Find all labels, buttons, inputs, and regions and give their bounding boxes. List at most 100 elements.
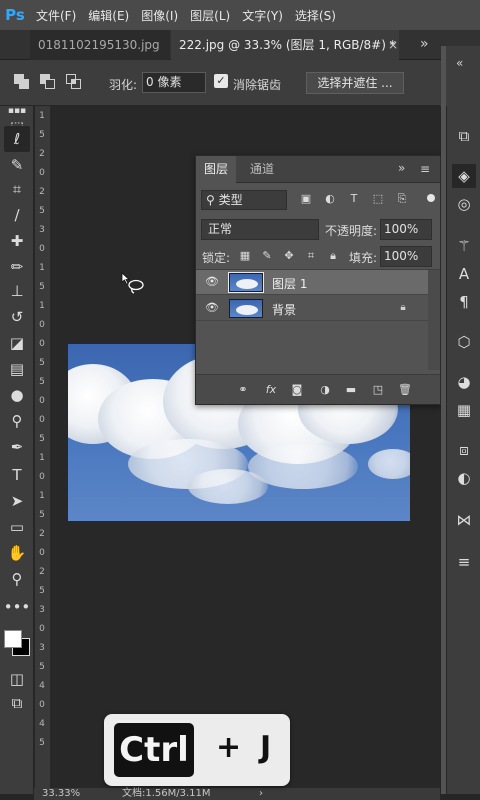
ruler-tick-label: 2 [39, 187, 45, 197]
zoom-icon[interactable]: ⚲ [4, 566, 30, 592]
tools-panel: ▪▪▪ ⬚ℓ✎⌗∕✚✏⊥↺◪▤●⚲✒T➤▭✋⚲•••◫⧉ [0, 106, 34, 794]
gradient-icon[interactable]: ▤ [4, 356, 30, 382]
3d-panel-icon[interactable]: ⬡ [452, 330, 476, 354]
type-icon[interactable]: T [4, 462, 30, 488]
lock-image-icon[interactable]: ✎ [260, 249, 274, 263]
layers-scrollbar[interactable] [428, 270, 440, 370]
lock-artboard-icon[interactable]: ⌗ [304, 249, 318, 263]
key-j: J [260, 730, 272, 765]
menu-image[interactable]: 图像(I) [135, 7, 184, 24]
layer-row-background[interactable]: 👁︎ 背景 🔒︎ [196, 296, 428, 321]
paths-panel-icon[interactable]: ⋈ [452, 508, 476, 532]
select-and-mask-button[interactable]: 选择并遮住 ... [306, 72, 404, 94]
pen-icon[interactable]: ✒ [4, 434, 30, 460]
filter-type-icon[interactable]: T [347, 192, 361, 206]
menu-select[interactable]: 选择(S) [289, 7, 342, 24]
ruler-tick-label: 0 [39, 700, 45, 710]
layer-filter-select[interactable]: ⚲ 类型 [201, 190, 287, 210]
fill-input[interactable]: 100% [380, 246, 432, 267]
history-panel-icon[interactable]: ⧉ [452, 124, 476, 148]
quick-mask-icon[interactable]: ◫ [4, 666, 30, 692]
brush-panel-icon[interactable]: ⚚ [452, 234, 476, 258]
hand-icon[interactable]: ✋ [4, 540, 30, 566]
fx-icon[interactable]: fx [264, 383, 278, 397]
eraser-icon[interactable]: ◪ [4, 330, 30, 356]
adjustments-panel-icon[interactable]: ◐ [452, 466, 476, 490]
history-brush-icon[interactable]: ↺ [4, 304, 30, 330]
more-tools-icon[interactable]: ••• [4, 594, 31, 620]
ruler-tick-label: 0 [39, 320, 45, 330]
dock-collapse-icon[interactable]: « [456, 56, 463, 70]
tab-layers[interactable]: 图层 [196, 156, 237, 183]
panel-collapse-icon[interactable]: » [398, 161, 405, 175]
new-selection-icon[interactable] [14, 74, 30, 90]
ruler-tick-label: 5 [39, 377, 45, 387]
filter-adjustment-icon[interactable]: ◐ [323, 192, 337, 206]
quick-select-icon[interactable]: ✎ [4, 152, 30, 178]
swatches-panel-icon[interactable]: ◕ [452, 370, 476, 394]
tab-more-icon[interactable]: » [420, 36, 429, 52]
ruler-tick-label: 5 [39, 358, 45, 368]
lock-transparent-icon[interactable]: ▦ [238, 249, 252, 263]
antialias-checkbox[interactable]: ✓ [214, 74, 228, 88]
filter-shape-icon[interactable]: ⬚ [371, 192, 385, 206]
ruler-tick-label: 5 [39, 510, 45, 520]
subtract-selection-icon[interactable] [40, 74, 56, 90]
paragraph-panel-icon[interactable]: ¶ [452, 290, 476, 314]
status-menu-arrow-icon[interactable]: › [259, 788, 263, 800]
folder-icon[interactable]: ▬ [344, 383, 358, 397]
visibility-eye-icon[interactable]: 👁︎ [205, 276, 219, 288]
menu-file[interactable]: 文件(F) [30, 7, 82, 24]
intersect-selection-icon[interactable] [66, 74, 82, 90]
path-select-icon[interactable]: ➤ [4, 488, 30, 514]
panel-menu-icon[interactable]: ≡ [420, 162, 430, 176]
layer-row-layer1[interactable]: 👁︎ 图层 1 [196, 270, 428, 295]
link-icon[interactable]: ⚭ [236, 383, 250, 397]
new-layer-icon[interactable]: ◳ [371, 383, 385, 397]
blend-mode-select[interactable]: 正常 [201, 219, 319, 240]
antialias-label: 消除锯齿 [233, 78, 282, 92]
layers-panel-icon[interactable]: ◈ [452, 164, 476, 188]
properties-panel-icon[interactable]: ⧈ [452, 438, 476, 462]
crop-icon[interactable]: ⌗ [4, 176, 30, 202]
blur-icon[interactable]: ● [4, 382, 30, 408]
mask-icon[interactable]: ◙ [290, 383, 304, 397]
healing-brush-icon[interactable]: ✚ [4, 228, 30, 254]
feather-input[interactable]: 0 像素 [142, 72, 206, 93]
tab-document-inactive[interactable]: 0181102195130.jpg [30, 30, 170, 60]
sliders-panel-icon[interactable]: ≡ [452, 550, 476, 574]
shape-icon[interactable]: ▭ [4, 514, 30, 540]
filter-pixel-icon[interactable]: ▣ [299, 192, 313, 206]
grid-panel-icon[interactable]: ▦ [452, 398, 476, 422]
zoom-level[interactable]: 33.33% [42, 788, 80, 800]
brush-icon[interactable]: ✏ [4, 254, 30, 280]
visibility-eye-icon[interactable]: 👁︎ [205, 302, 219, 314]
dodge-icon[interactable]: ⚲ [4, 408, 30, 434]
opacity-input[interactable]: 100% [380, 219, 432, 240]
lasso-icon[interactable]: ℓ [4, 126, 30, 152]
ruler-tick-label: 3 [39, 225, 45, 235]
character-panel-icon[interactable]: A [452, 262, 476, 286]
ruler-tick-label: 5 [39, 282, 45, 292]
layer-name[interactable]: 图层 1 [272, 275, 307, 292]
filter-toggle-icon[interactable] [427, 194, 435, 202]
menu-layer[interactable]: 图层(L) [184, 7, 236, 24]
tab-document-active[interactable]: 222.jpg @ 33.3% (图层 1, RGB/8#) * [171, 30, 399, 60]
color-swatches-icon[interactable] [2, 626, 32, 656]
screen-mode-icon[interactable]: ⧉ [4, 690, 30, 716]
lock-position-icon[interactable]: ✥ [282, 249, 296, 263]
eyedropper-icon[interactable]: ∕ [4, 202, 30, 228]
stamp-icon[interactable]: ⊥ [4, 278, 30, 304]
filter-smart-object-icon[interactable]: ⎘ [395, 192, 409, 206]
ruler-tick-label: 1 [39, 491, 45, 501]
tab-close-icon[interactable]: × [388, 38, 398, 52]
channels-panel-icon[interactable]: ◎ [452, 192, 476, 216]
layer-name[interactable]: 背景 [272, 301, 296, 318]
tab-channels[interactable]: 通道 [242, 156, 282, 183]
adjustment-icon[interactable]: ◑ [318, 383, 332, 397]
ruler-tick-label: 0 [39, 472, 45, 482]
menu-edit[interactable]: 编辑(E) [82, 7, 135, 24]
lock-all-icon[interactable]: 🔒︎ [326, 249, 340, 263]
trash-icon[interactable]: 🗑︎ [398, 383, 412, 397]
menu-type[interactable]: 文字(Y) [236, 7, 289, 24]
